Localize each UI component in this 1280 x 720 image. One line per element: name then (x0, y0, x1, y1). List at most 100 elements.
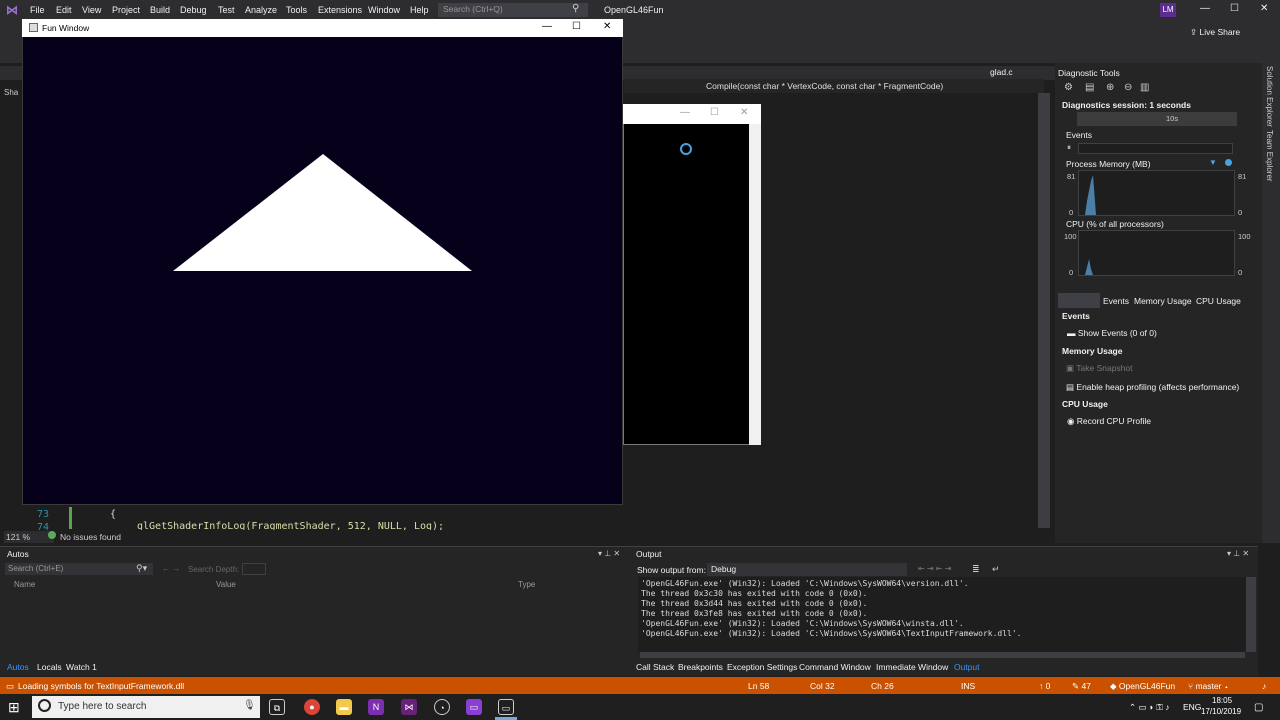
shader-tab-fragment[interactable]: Sha (4, 88, 18, 97)
branch-indicator[interactable]: ⑂ master ▴ (1188, 681, 1229, 691)
select-tools-icon[interactable]: ▤ (1085, 82, 1094, 93)
console-minimize-button[interactable]: — (680, 107, 690, 118)
tab-immediate-window[interactable]: Immediate Window (876, 662, 948, 672)
search-input[interactable]: Search (Ctrl+Q) (438, 3, 588, 17)
tab-locals[interactable]: Locals (37, 662, 62, 672)
avatar[interactable]: LM (1160, 3, 1176, 17)
output-nav-icons[interactable]: ⇤ ⇥ ⇤ ⇥ (918, 564, 951, 573)
solution-explorer-tab[interactable]: Solution Explorer (1265, 66, 1274, 127)
menu-help[interactable]: Help (410, 5, 429, 15)
app-clock-icon[interactable]: ◔ (434, 699, 450, 715)
console-close-button[interactable]: ✕ (740, 107, 748, 118)
chrome-icon[interactable]: ● (304, 699, 320, 715)
nav-function-dropdown[interactable]: Compile(const char * VertexCode, const c… (706, 81, 943, 91)
menu-view[interactable]: View (82, 5, 101, 15)
maximize-window-button[interactable]: ☐ (1230, 3, 1239, 14)
pause-icon[interactable]: ⏸ (1067, 143, 1071, 153)
show-events-link[interactable]: ▬ Show Events (0 of 0) (1067, 328, 1157, 338)
no-issues-indicator[interactable]: No issues found (60, 532, 121, 542)
column-type[interactable]: Type (518, 580, 535, 589)
close-window-button[interactable]: ✕ (1260, 3, 1268, 14)
column-name[interactable]: Name (14, 580, 35, 589)
menu-file[interactable]: File (30, 5, 45, 15)
search-icon[interactable]: ⚲ (572, 3, 579, 14)
status-ch[interactable]: Ch 26 (871, 681, 894, 691)
menu-project[interactable]: Project (112, 5, 140, 15)
taskbar-search-input[interactable]: Type here to search (32, 696, 260, 718)
minimize-window-button[interactable]: — (1200, 3, 1210, 14)
tab-glad-c[interactable]: glad.c (990, 67, 1013, 77)
console-scrollbar[interactable] (749, 124, 761, 445)
diag-tab-memory-usage[interactable]: Memory Usage (1134, 296, 1192, 306)
editor-scrollbar[interactable] (1038, 93, 1050, 528)
reset-view-icon[interactable]: ▥ (1140, 82, 1149, 93)
code-line-74[interactable]: glGetShaderInfoLog(FragmentShader, 512, … (137, 521, 444, 530)
menu-tools[interactable]: Tools (286, 5, 307, 15)
search-icon[interactable]: ⚲▾ (136, 563, 147, 574)
tab-call-stack[interactable]: Call Stack (636, 662, 674, 672)
heap-profiling-button[interactable]: ▤ Enable heap profiling (affects perform… (1066, 382, 1239, 393)
console-maximize-button[interactable]: ☐ (710, 107, 719, 118)
console-app-icon[interactable]: ▭ (498, 699, 514, 715)
task-view-icon[interactable]: ⧉ (269, 699, 285, 715)
search-depth-select[interactable] (242, 563, 266, 575)
live-share-button[interactable]: ⇪ Live Share (1190, 27, 1240, 38)
console-window[interactable] (623, 104, 761, 445)
fun-close-button[interactable]: ✕ (603, 21, 611, 32)
menu-edit[interactable]: Edit (56, 5, 72, 15)
edits-indicator[interactable]: ✎ 47 (1072, 681, 1091, 692)
onenote-icon[interactable]: N (368, 699, 384, 715)
windows-start-icon[interactable]: ⊞ (8, 699, 20, 716)
tab-output[interactable]: Output (954, 662, 980, 672)
fun-maximize-button[interactable]: ☐ (572, 21, 581, 32)
menu-debug[interactable]: Debug (180, 5, 207, 15)
file-explorer-icon[interactable]: ▬ (336, 699, 352, 715)
memory-section-title[interactable]: Process Memory (MB) (1066, 159, 1151, 169)
output-vscrollbar[interactable] (1246, 577, 1256, 652)
tab-autos[interactable]: Autos (7, 662, 29, 672)
cpu-section-title[interactable]: CPU (% of all processors) (1066, 219, 1164, 229)
tab-command-window[interactable]: Command Window (799, 662, 871, 672)
panel-menu-icon[interactable]: ▾ ⊥ ✕ (598, 549, 620, 558)
code-line-73[interactable]: { (110, 509, 116, 520)
notification-bell-icon[interactable]: ♪ (1262, 681, 1266, 691)
team-explorer-tab[interactable]: Team Explorer (1265, 130, 1274, 182)
tab-watch-1[interactable]: Watch 1 (66, 662, 97, 672)
autos-search-input[interactable]: Search (Ctrl+E) (5, 563, 153, 575)
repo-indicator[interactable]: ◆ OpenGL46Fun (1110, 681, 1175, 692)
output-hscrollbar[interactable] (640, 652, 1245, 658)
app-window-icon[interactable]: ▭ (466, 699, 482, 715)
record-cpu-button[interactable]: ◉ Record CPU Profile (1067, 416, 1151, 427)
clock-time[interactable]: 18:05 (1212, 696, 1232, 705)
take-snapshot-button[interactable]: ▣ Take Snapshot (1066, 363, 1132, 374)
clock-date[interactable]: 17/10/2019 (1201, 707, 1241, 716)
nav-arrows-icon[interactable]: ← → (162, 564, 180, 573)
clear-all-icon[interactable]: ≣ (972, 564, 980, 575)
diag-tab-events[interactable]: Events (1103, 296, 1129, 306)
visual-studio-logo-icon[interactable]: ⋈ (6, 3, 20, 17)
menu-analyze[interactable]: Analyze (245, 5, 277, 15)
menu-window[interactable]: Window (368, 5, 400, 15)
status-line[interactable]: Ln 58 (748, 681, 769, 691)
output-source-select[interactable]: Debug (707, 563, 907, 576)
visual-studio-icon[interactable]: ⋈ (401, 699, 417, 715)
zoom-in-icon[interactable]: ⊕ (1106, 82, 1114, 93)
tab-breakpoints[interactable]: Breakpoints (678, 662, 723, 672)
timeline-ruler[interactable] (1077, 112, 1237, 126)
settings-icon[interactable]: ⚙ (1064, 82, 1073, 93)
menu-extensions[interactable]: Extensions (318, 5, 362, 15)
output-panel-menu-icon[interactable]: ▾ ⊥ ✕ (1227, 549, 1249, 558)
fun-window-titlebar[interactable] (22, 19, 623, 37)
tab-exception-settings[interactable]: Exception Settings (727, 662, 797, 672)
language-indicator[interactable]: ENG (1183, 702, 1201, 712)
fun-minimize-button[interactable]: — (542, 21, 552, 32)
status-col[interactable]: Col 32 (810, 681, 835, 691)
zoom-dropdown[interactable]: 121 % (6, 532, 30, 542)
menu-build[interactable]: Build (150, 5, 170, 15)
zoom-out-icon[interactable]: ⊖ (1124, 82, 1132, 93)
status-ins[interactable]: INS (961, 681, 975, 691)
action-center-icon[interactable]: ▢ (1254, 702, 1263, 713)
menu-test[interactable]: Test (218, 5, 235, 15)
tray-icons[interactable]: ⌃ ▭ ◗ ⚿ ♪ (1129, 702, 1169, 713)
diag-tab-cpu-usage[interactable]: CPU Usage (1196, 296, 1241, 306)
